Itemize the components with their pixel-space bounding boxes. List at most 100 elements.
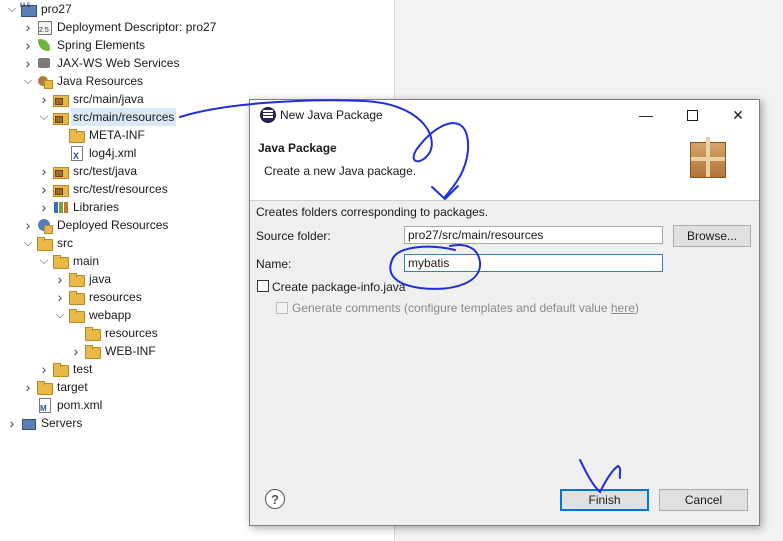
tree-item[interactable]: › src/test/resources xyxy=(38,180,170,198)
tree-item-label: pro27 xyxy=(41,2,72,16)
collapse-toggle-icon[interactable]: ⌵ xyxy=(54,306,66,324)
tree-item[interactable]: › Spring Elements xyxy=(22,36,147,54)
tree-item-label: resources xyxy=(105,326,158,340)
tree-item-label: main xyxy=(73,254,100,268)
tree-item[interactable]: log4j.xml xyxy=(54,144,138,165)
expand-toggle-icon[interactable]: › xyxy=(22,36,34,54)
expand-toggle-icon[interactable]: › xyxy=(54,270,66,288)
collapse-toggle-icon[interactable]: ⌵ xyxy=(38,252,50,270)
folder-icon xyxy=(68,127,85,143)
maximize-icon xyxy=(686,110,698,121)
source-folder-icon xyxy=(52,91,69,107)
tree-item-label: test xyxy=(73,362,93,376)
tree-item[interactable]: › Libraries xyxy=(38,198,121,216)
tree-item-label: src xyxy=(57,236,73,250)
expand-toggle-icon[interactable]: › xyxy=(70,342,82,360)
tree-item-label: webapp xyxy=(89,308,132,322)
tree-item-label: target xyxy=(57,380,88,394)
folder-icon xyxy=(36,379,53,395)
collapse-toggle-icon[interactable]: ⌵ xyxy=(22,72,34,90)
source-folder-input[interactable] xyxy=(404,226,663,244)
tree-item[interactable]: › test xyxy=(38,360,94,378)
tree-item-label: META-INF xyxy=(89,128,145,142)
tree-item[interactable]: ⌵ webapp xyxy=(54,306,133,324)
tree-item-label: Deployment Descriptor: pro27 xyxy=(57,20,217,34)
maximize-button[interactable] xyxy=(682,106,702,124)
tree-item[interactable]: ⌵ main xyxy=(38,252,101,270)
generate-comments-checkbox[interactable] xyxy=(276,302,288,314)
expand-toggle-icon[interactable]: › xyxy=(6,414,18,432)
tree-item[interactable]: › Servers xyxy=(6,414,84,432)
tree-item[interactable]: › Deployed Resources xyxy=(22,216,170,234)
expand-toggle-icon[interactable]: › xyxy=(22,54,34,72)
folder-icon xyxy=(84,343,101,359)
configure-templates-link[interactable]: here xyxy=(611,301,635,315)
name-label: Name: xyxy=(256,257,292,271)
cancel-button[interactable]: Cancel xyxy=(659,489,748,511)
expand-toggle-icon[interactable]: › xyxy=(22,216,34,234)
minimize-button[interactable]: — xyxy=(636,106,656,124)
dialog-titlebar[interactable]: New Java Package — ✕ xyxy=(250,100,759,130)
dialog-banner: Java Package Create a new Java package. xyxy=(250,130,759,201)
expand-toggle-icon[interactable]: › xyxy=(22,18,34,36)
expand-toggle-icon[interactable]: › xyxy=(22,378,34,396)
deployed-resources-icon xyxy=(36,217,53,234)
create-package-info-checkbox[interactable] xyxy=(257,280,269,292)
tree-item[interactable]: › WEB-INF xyxy=(70,342,158,360)
help-button[interactable]: ? xyxy=(265,489,285,509)
banner-heading: Java Package xyxy=(258,141,337,155)
tree-item[interactable]: ⌵ src/main/resources xyxy=(38,108,177,126)
collapse-toggle-icon[interactable]: ⌵ xyxy=(38,108,50,126)
browse-button[interactable]: Browse... xyxy=(673,225,751,247)
expand-toggle-icon[interactable]: › xyxy=(38,180,50,198)
deployment-descriptor-icon xyxy=(36,19,52,40)
tree-item-label: pom.xml xyxy=(57,398,103,412)
java-resources-icon xyxy=(36,73,53,89)
tree-item[interactable]: › src/test/java xyxy=(38,162,139,180)
name-input[interactable] xyxy=(404,254,663,272)
tree-item[interactable]: ⌵ pro27 xyxy=(6,0,74,18)
new-java-package-dialog: New Java Package — ✕ Java Package Create… xyxy=(249,99,760,526)
tree-item-label: Deployed Resources xyxy=(57,218,169,232)
tree-item-label: java xyxy=(89,272,112,286)
tree-item[interactable]: › java xyxy=(54,270,113,288)
tree-item[interactable]: ⌵ Java Resources xyxy=(22,72,145,90)
create-package-info-label: Create package-info.java xyxy=(272,280,406,294)
tree-item[interactable]: › target xyxy=(22,378,90,396)
tree-item[interactable]: resources xyxy=(70,324,160,342)
maven-project-icon xyxy=(20,0,37,17)
expand-toggle-icon[interactable]: › xyxy=(38,198,50,216)
close-button[interactable]: ✕ xyxy=(728,106,748,124)
tree-item-label: Spring Elements xyxy=(57,38,146,52)
tree-item[interactable]: pom.xml xyxy=(22,396,104,418)
tree-item[interactable]: ⌵ src xyxy=(22,234,75,252)
tree-item-label: JAX-WS Web Services xyxy=(57,56,180,70)
tree-item-label: Libraries xyxy=(73,200,120,214)
finish-button[interactable]: Finish xyxy=(560,489,649,511)
tree-item[interactable]: › src/main/java xyxy=(38,90,146,108)
expand-toggle-icon[interactable]: › xyxy=(54,288,66,306)
collapse-toggle-icon[interactable]: ⌵ xyxy=(6,0,18,18)
expand-toggle-icon[interactable]: › xyxy=(38,360,50,378)
tree-item-label: Servers xyxy=(41,416,83,430)
folder-icon xyxy=(52,361,69,377)
folder-icon xyxy=(68,307,85,323)
expand-toggle-icon[interactable]: › xyxy=(38,162,50,180)
collapse-toggle-icon[interactable]: ⌵ xyxy=(22,234,34,252)
expand-toggle-icon[interactable]: › xyxy=(38,90,50,108)
tree-item[interactable]: › Deployment Descriptor: pro27 xyxy=(22,18,218,40)
xml-file-icon xyxy=(68,145,84,165)
tree-item[interactable]: › JAX-WS Web Services xyxy=(22,54,181,72)
dialog-title: New Java Package xyxy=(280,108,383,122)
tree-item-label: log4j.xml xyxy=(89,146,137,160)
generate-comments-suffix: ) xyxy=(634,301,639,315)
tree-item[interactable]: META-INF xyxy=(54,126,147,144)
folder-icon xyxy=(36,235,53,251)
tree-item[interactable]: › resources xyxy=(54,288,144,306)
source-folder-icon xyxy=(52,181,69,197)
description-text: Creates folders corresponding to package… xyxy=(256,205,489,219)
